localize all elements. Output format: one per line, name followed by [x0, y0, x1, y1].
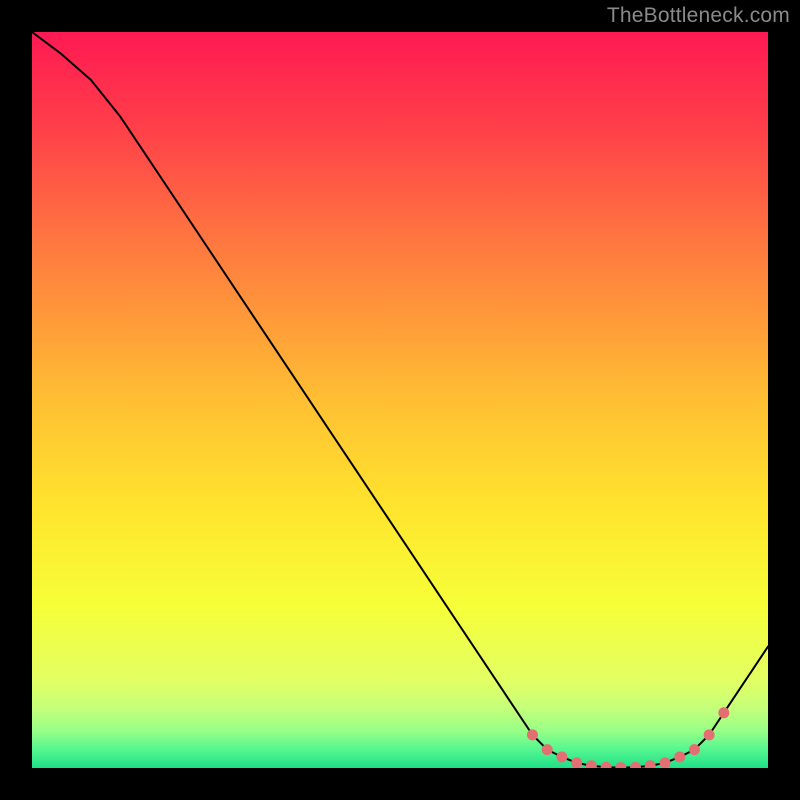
bottleneck-chart	[32, 32, 768, 768]
data-marker	[527, 729, 538, 740]
chart-svg	[32, 32, 768, 768]
attribution-text: TheBottleneck.com	[607, 4, 790, 28]
data-marker	[556, 751, 567, 762]
chart-background	[32, 32, 768, 768]
chart-container: TheBottleneck.com	[0, 0, 800, 800]
data-marker	[689, 744, 700, 755]
data-marker	[674, 751, 685, 762]
data-marker	[542, 744, 553, 755]
data-marker	[571, 757, 582, 768]
data-marker	[718, 707, 729, 718]
data-marker	[659, 757, 670, 768]
data-marker	[704, 729, 715, 740]
